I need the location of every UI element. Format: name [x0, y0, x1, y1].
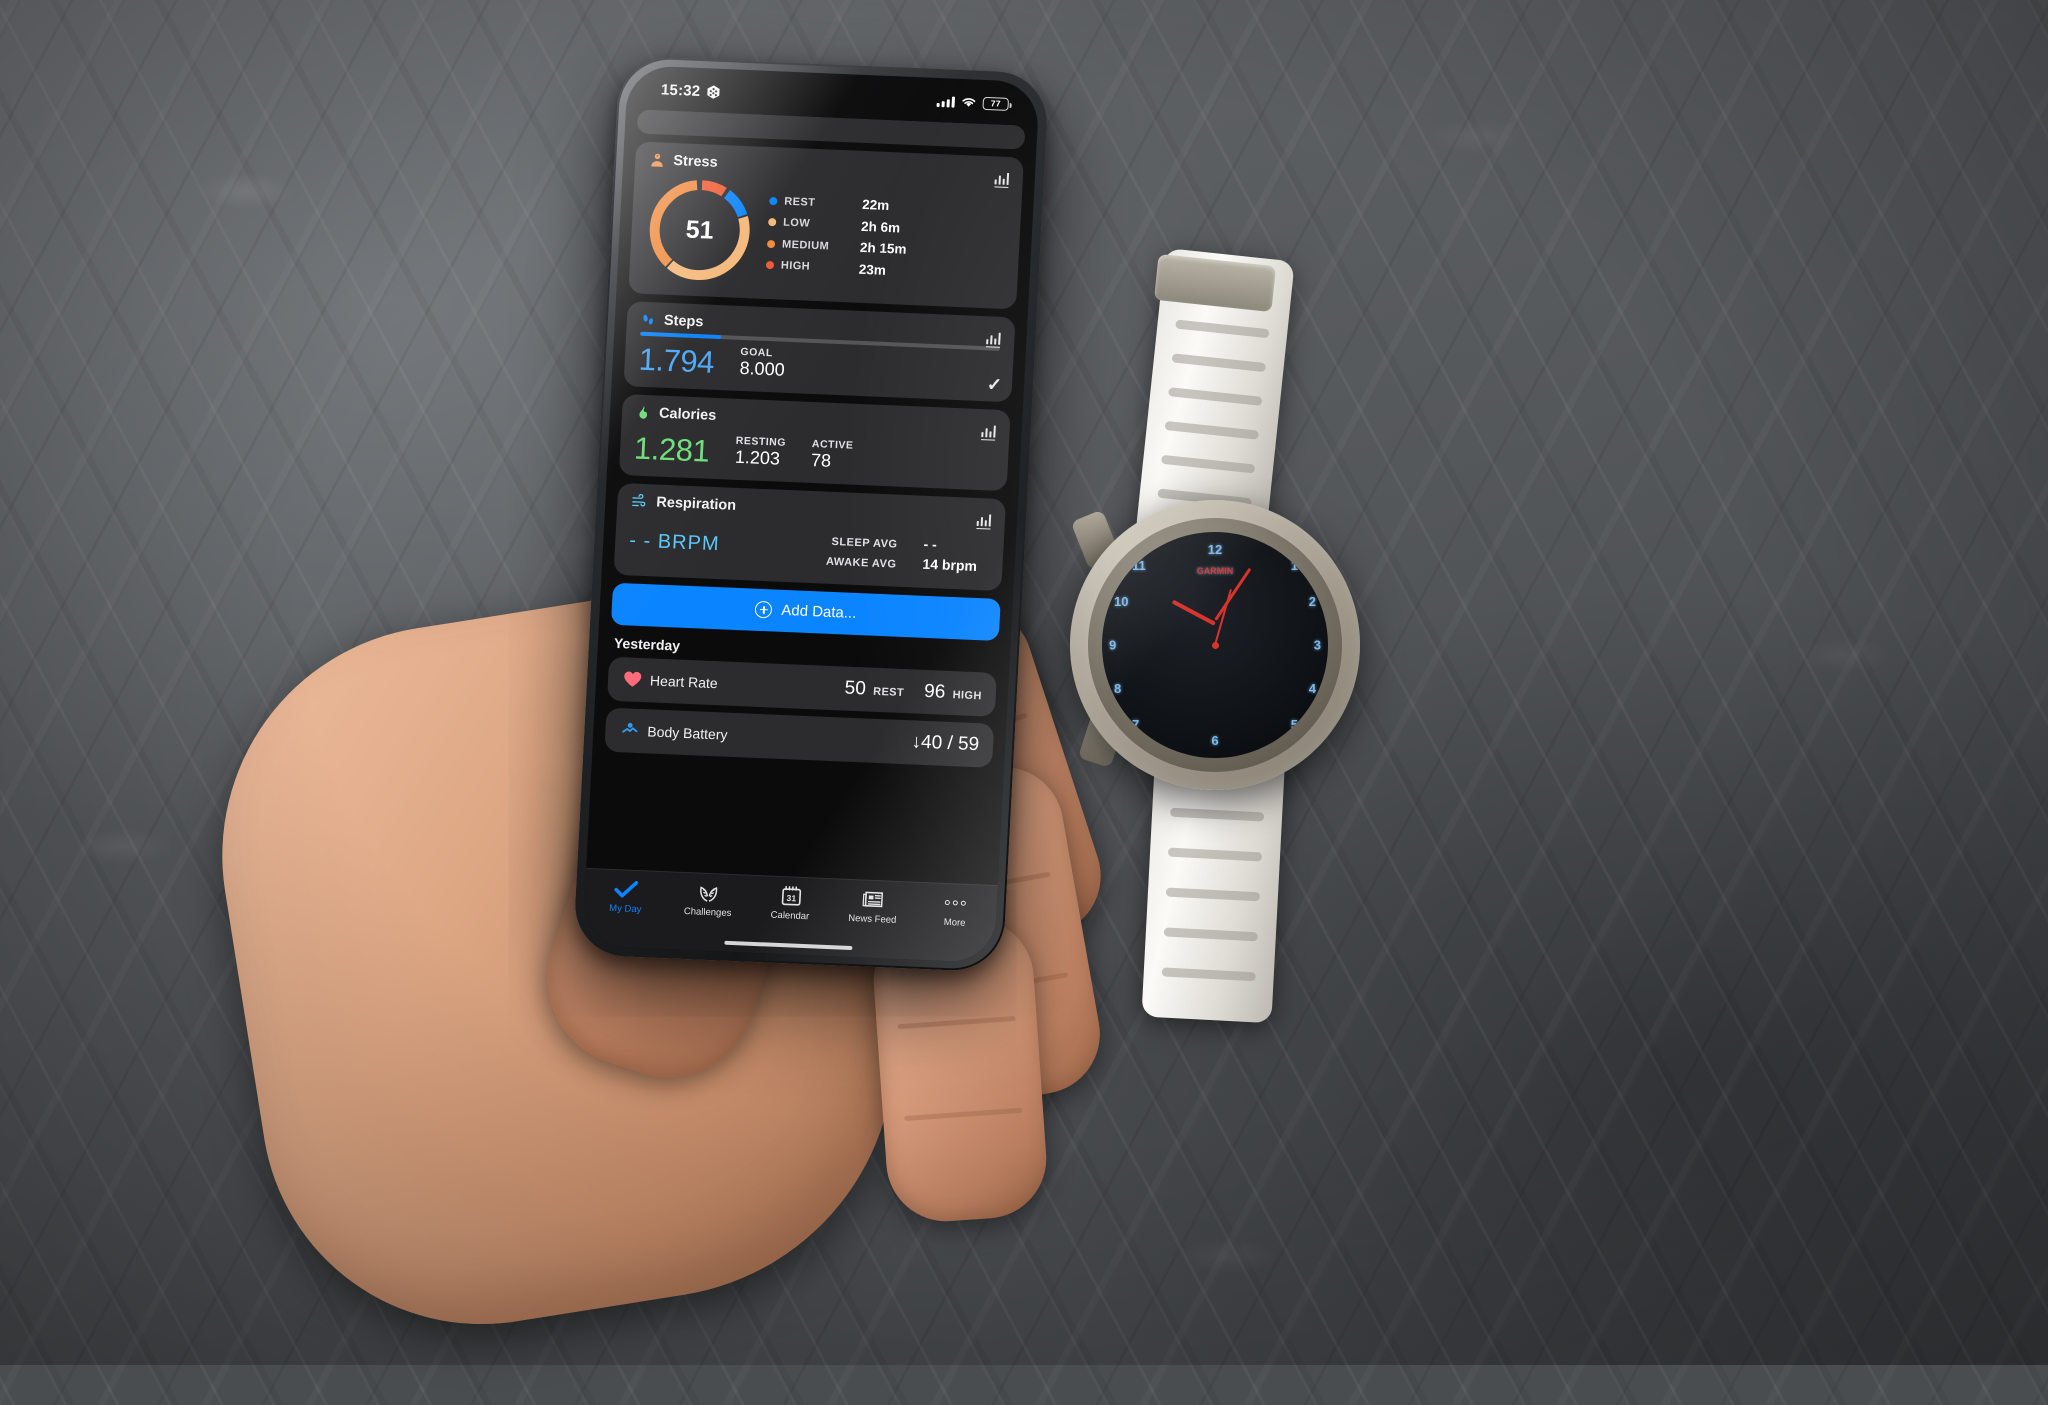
photo-scene: 12 1 2 3 4 5 6 7 8 9 10 11 GARMIN [0, 0, 2048, 1365]
photo-vignette [0, 0, 2048, 1365]
